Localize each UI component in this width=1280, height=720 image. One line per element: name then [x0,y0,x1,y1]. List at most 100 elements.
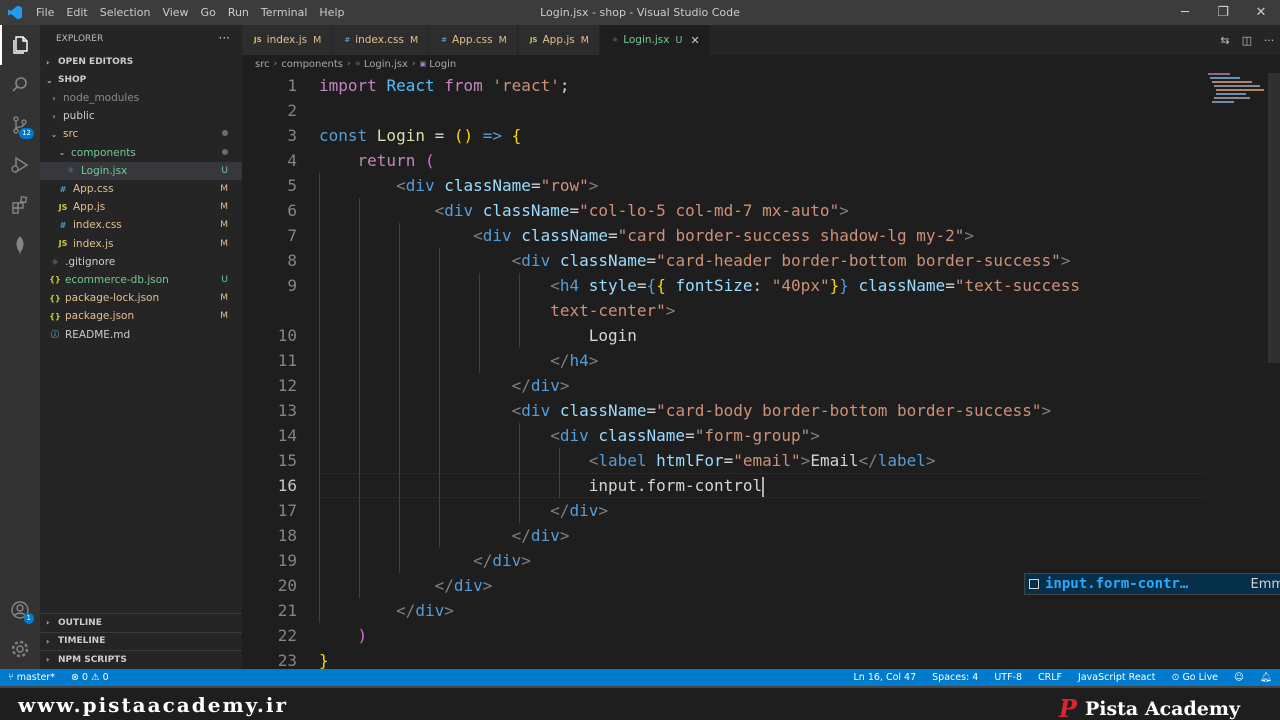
more-actions-icon[interactable]: ··· [219,31,230,45]
tree-item[interactable]: # index.css M [40,216,242,234]
extensions-icon[interactable] [0,185,40,225]
tree-item[interactable]: ◆ .gitignore [40,253,242,271]
code-editor[interactable]: 1 import React from 'react'; 2 3 const Login… [242,73,1280,669]
tab-index-css[interactable]: # index.css M [332,25,430,55]
close-tab-icon[interactable]: ✕ [690,34,699,47]
feedback-icon[interactable]: ☺ [1226,672,1252,683]
chevron-down-icon: ⌄ [58,148,66,158]
minimap[interactable] [1208,73,1266,113]
compare-icon[interactable]: ⇆ [1214,34,1236,47]
tab-app-css[interactable]: # App.css M [429,25,518,55]
tree-item[interactable]: {} ecommerce-db.json U [40,271,242,289]
code-token: > [598,501,608,520]
tree-item[interactable]: › public [40,107,242,125]
code-token: className [858,276,946,295]
tree-item[interactable]: {} package.json M [40,307,242,325]
menu-selection[interactable]: Selection [94,0,157,25]
tab-login-jsx[interactable]: ⚛ Login.jsx U ✕ [599,25,711,55]
code-token: "col-lo-5 col-md-7 mx-auto" [579,201,840,220]
json-file-icon: {} [49,293,61,303]
breadcrumb-src[interactable]: src [255,59,270,70]
js-file-icon: JS [58,202,68,212]
split-editor-icon[interactable]: ◫ [1236,34,1258,47]
code-token: { [656,276,676,295]
js-file-icon: JS [254,36,262,44]
minimize-icon[interactable]: ─ [1166,0,1204,25]
npm-scripts-section[interactable]: › NPM SCRIPTS [40,650,242,669]
snippet-icon [1029,579,1039,589]
cursor-position[interactable]: Ln 16, Col 47 [845,672,924,683]
tree-item[interactable]: {} package-lock.json M [40,289,242,307]
timeline-section[interactable]: › TIMELINE [40,631,242,651]
line-number: 18 [277,526,297,545]
more-icon[interactable]: ··· [1258,34,1280,47]
tree-item[interactable]: JS index.js M [40,235,242,253]
code-line: <div className="row"> [319,173,598,198]
menu-run[interactable]: Run [222,0,255,25]
tree-item[interactable]: ⚛ Login.jsx U [40,161,242,180]
settings-gear-icon[interactable] [0,629,40,669]
tree-item[interactable]: ⓘ README.md [40,325,242,343]
line-endings[interactable]: CRLF [1030,672,1070,683]
scrollbar-thumb[interactable] [1268,73,1280,363]
tab-status-badge: M [313,34,322,46]
menu-view[interactable]: View [156,0,194,25]
code-line: </div> [319,498,608,523]
code-token: > [1060,251,1071,270]
code-token: => [482,126,512,145]
mongodb-leaf-icon[interactable] [0,225,40,265]
go-live-button[interactable]: ⊙ Go Live [1163,672,1226,683]
code-token: > [839,201,849,220]
menu-terminal[interactable]: Terminal [255,0,314,25]
tree-item[interactable]: › node_modules [40,89,242,107]
code-token: = [945,276,955,295]
code-token: < [588,451,599,470]
code-token: "email" [733,451,801,470]
close-window-icon[interactable]: ✕ [1242,0,1280,25]
css-file-icon: # [441,36,448,44]
code-token: className [559,401,647,420]
line-number: 8 [287,251,297,270]
accounts-icon[interactable]: 1 [0,590,40,630]
broadcast-icon: ⊙ [1171,672,1183,683]
git-file-icon: ◆ [51,257,59,267]
breadcrumb-components[interactable]: components [281,59,343,70]
tab-label: App.js [542,34,575,46]
source-control-icon[interactable]: 12 [0,105,40,145]
breadcrumb-symbol[interactable]: Login [429,59,456,70]
tree-item[interactable]: # App.css M [40,180,242,198]
code-token: div [415,601,445,620]
suggestion-widget[interactable]: input.form-contr… Emmet Abbrevia… [1024,573,1280,595]
menu-help[interactable]: Help [313,0,350,25]
shop-folder-section[interactable]: ⌄ SHOP [40,71,242,89]
problems-indicator[interactable]: ⊗ 0 ⚠ 0 [63,672,117,683]
menu-file[interactable]: File [30,0,60,25]
explorer-icon[interactable] [0,25,40,65]
suggestion-label[interactable]: input.form-contr… [1045,576,1188,592]
breadcrumb-file[interactable]: Login.jsx [364,59,408,70]
restore-icon[interactable]: ❐ [1204,0,1242,25]
tree-item[interactable]: ⌄ components [40,144,242,162]
encoding[interactable]: UTF-8 [986,672,1030,683]
notifications-bell-icon[interactable]: 🔔︎ [1252,672,1280,683]
menu-edit[interactable]: Edit [60,0,93,25]
run-debug-icon[interactable] [0,145,40,185]
code-token: </ [473,551,493,570]
code-token: </ [550,501,570,520]
vertical-scrollbar[interactable] [1266,73,1280,669]
language-mode[interactable]: JavaScript React [1070,672,1163,683]
search-icon[interactable] [0,65,40,105]
open-editors-section[interactable]: › OPEN EDITORS [40,53,242,71]
branch-indicator[interactable]: ⑂ master* [0,672,63,683]
pista-logo-icon: P [1058,694,1077,720]
indentation[interactable]: Spaces: 4 [924,672,986,683]
menu-go[interactable]: Go [195,0,222,25]
outline-section[interactable]: › OUTLINE [40,613,242,632]
tab-app-js[interactable]: JS App.js M [517,25,600,55]
code-token: = [646,251,657,270]
tree-item[interactable]: JS App.js M [40,198,242,216]
tab-index-js[interactable]: JS index.js M [242,25,333,55]
tree-item[interactable]: ⌄ src [40,125,242,143]
